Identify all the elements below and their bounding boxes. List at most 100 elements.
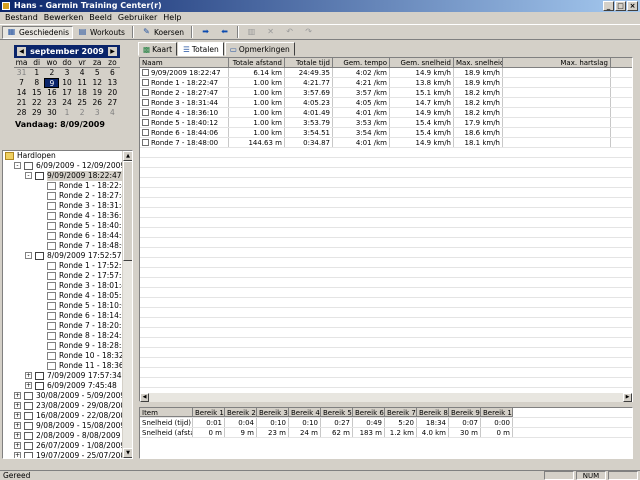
expand-icon[interactable]: + xyxy=(25,382,32,389)
collapse-icon[interactable]: - xyxy=(25,252,32,259)
calendar-day[interactable]: 1 xyxy=(29,68,44,78)
tree-item[interactable]: Ronde 8 - 18:24:27 xyxy=(3,331,132,341)
calendar-day[interactable]: 13 xyxy=(105,78,120,88)
tree-item[interactable]: - 9/09/2009 18:22:47 xyxy=(3,171,132,181)
col-avg-pace[interactable]: Gem. tempo xyxy=(333,58,390,68)
calendar-day[interactable]: 27 xyxy=(105,98,120,108)
tree-item[interactable]: Ronde 4 - 18:05:56 xyxy=(3,291,132,301)
scroll-right-button[interactable]: ▶ xyxy=(623,393,632,402)
tree-item[interactable]: Ronde 1 - 18:22:47 xyxy=(3,181,132,191)
calendar-day[interactable]: 1 xyxy=(59,108,74,118)
calendar-day[interactable]: 24 xyxy=(59,98,74,108)
minimize-button[interactable]: _ xyxy=(603,1,614,11)
tree-item[interactable]: Ronde 3 - 18:01:48 xyxy=(3,281,132,291)
calendar-day[interactable]: 29 xyxy=(29,108,44,118)
calendar-day[interactable]: 8 xyxy=(29,78,44,88)
tree-item[interactable]: Ronde 11 - 18:36:56 xyxy=(3,361,132,371)
calendar-day[interactable]: 20 xyxy=(105,88,120,98)
tab-totals[interactable]: ☰ Totalen xyxy=(178,42,224,56)
col-total-distance[interactable]: Totale afstand xyxy=(229,58,285,68)
expand-icon[interactable]: + xyxy=(14,432,21,439)
calendar-day[interactable]: 31 xyxy=(14,68,29,78)
redo-button[interactable]: ↷ xyxy=(299,26,318,39)
calendar-day[interactable]: 4 xyxy=(105,108,120,118)
close-button[interactable]: × xyxy=(627,1,638,11)
table-row[interactable]: Ronde 7 - 18:48:00 144.63 m 0:34.87 4:01 /k… xyxy=(140,138,632,148)
scroll-down-button[interactable]: ▼ xyxy=(123,448,132,458)
prev-month-button[interactable]: ◀ xyxy=(17,47,26,56)
table-row[interactable]: Ronde 4 - 18:36:10 1.00 km 4:01.49 4:01 /km… xyxy=(140,108,632,118)
calendar-day[interactable]: 2 xyxy=(75,108,90,118)
tree-item[interactable]: +16/08/2009 - 22/08/2009 xyxy=(3,411,132,421)
calendar-day[interactable]: 5 xyxy=(90,68,105,78)
calendar-day[interactable]: 2 xyxy=(44,68,59,78)
tree-item[interactable]: Ronde 5 - 18:40:12 xyxy=(3,221,132,231)
menu-help[interactable]: Help xyxy=(160,12,184,24)
tree-item[interactable]: Ronde 6 - 18:44:06 xyxy=(3,231,132,241)
zones-column-header[interactable]: Bereik 4 xyxy=(289,408,321,417)
scroll-up-button[interactable]: ▲ xyxy=(123,151,132,161)
totals-grid[interactable]: Naam Totale afstand Totale tijd Gem. tem… xyxy=(139,57,633,402)
calendar-day[interactable]: 15 xyxy=(29,88,44,98)
calendar-day[interactable]: 9 xyxy=(44,78,60,88)
tree-item[interactable]: +26/07/2009 - 1/08/2009 xyxy=(3,441,132,451)
tree-item[interactable]: Ronde 3 - 18:31:44 xyxy=(3,201,132,211)
today-label[interactable]: Vandaag: 8/09/2009 xyxy=(14,120,120,129)
zones-column-header[interactable]: Bereik 3 xyxy=(257,408,289,417)
tree-item[interactable]: -Hardlopen xyxy=(3,151,132,161)
tab-notes[interactable]: ▭ Opmerkingen xyxy=(224,42,295,56)
calendar-day[interactable]: 6 xyxy=(105,68,120,78)
calendar-day[interactable]: 22 xyxy=(29,98,44,108)
grid-hscrollbar[interactable]: ◀ ▶ xyxy=(140,393,632,402)
tree-item[interactable]: - 6/09/2009 - 12/09/2009 xyxy=(3,161,132,171)
tree-item[interactable]: Ronde 7 - 18:20:10 xyxy=(3,321,132,331)
tree-item[interactable]: +23/08/2009 - 29/08/2009 xyxy=(3,401,132,411)
calendar-day[interactable]: 16 xyxy=(44,88,59,98)
tree-item[interactable]: +30/08/2009 - 5/09/2009 xyxy=(3,391,132,401)
calendar-day[interactable]: 3 xyxy=(90,108,105,118)
history-tree[interactable]: -Hardlopen-6/09/2009 - 12/09/2009-9/09/2… xyxy=(2,150,133,459)
table-row[interactable]: 9/09/2009 18:22:47 6.14 km 24:49.35 4:02 /k… xyxy=(140,68,632,78)
table-row[interactable]: Ronde 2 - 18:27:47 1.00 km 3:57.69 3:57 /km… xyxy=(140,88,632,98)
table-row[interactable]: Ronde 5 - 18:40:12 1.00 km 3:53.79 3:53 /km… xyxy=(140,118,632,128)
calendar-day[interactable]: 10 xyxy=(59,78,74,88)
calendar-day[interactable]: 30 xyxy=(44,108,59,118)
copy-button[interactable]: ▥ xyxy=(242,26,261,39)
zones-column-header[interactable]: Bereik 5 xyxy=(321,408,353,417)
workouts-button[interactable]: ▤ Workouts xyxy=(73,26,129,39)
tree-item[interactable]: +19/07/2009 - 25/07/2009 xyxy=(3,451,132,458)
table-row[interactable]: Ronde 6 - 18:44:06 1.00 km 3:54.51 3:54 /km… xyxy=(140,128,632,138)
calendar-day[interactable]: 21 xyxy=(14,98,29,108)
table-row[interactable]: Ronde 1 - 18:22:47 1.00 km 4:21.77 4:21 /km… xyxy=(140,78,632,88)
tree-item[interactable]: Ronde 2 - 18:27:47 xyxy=(3,191,132,201)
calendar-day[interactable]: 25 xyxy=(75,98,90,108)
scroll-thumb[interactable] xyxy=(123,161,132,261)
receive-from-device-button[interactable]: ➡ xyxy=(196,26,215,39)
tree-item[interactable]: Ronde 5 - 18:10:07 xyxy=(3,301,132,311)
zones-row[interactable]: Snelheid (tijd) 0:01 0:04 0:10 0:10 0:27 0:49 5… xyxy=(140,418,632,428)
calendar-day[interactable]: 17 xyxy=(59,88,74,98)
delete-button[interactable]: ✕ xyxy=(261,26,280,39)
collapse-icon[interactable]: - xyxy=(25,172,32,179)
col-max-speed[interactable]: Max. snelheid xyxy=(454,58,503,68)
menu-user[interactable]: Gebruiker xyxy=(115,12,160,24)
col-avg-speed[interactable]: Gem. snelheid xyxy=(390,58,454,68)
tree-item[interactable]: Ronde 7 - 18:48:00 xyxy=(3,241,132,251)
collapse-icon[interactable]: - xyxy=(14,162,21,169)
menu-view[interactable]: Beeld xyxy=(86,12,115,24)
calendar-day[interactable]: 14 xyxy=(14,88,29,98)
col-max-heartrate[interactable]: Max. hartslag xyxy=(503,58,611,68)
expand-icon[interactable]: + xyxy=(14,442,21,449)
tree-item[interactable]: Ronde 9 - 18:28:35 xyxy=(3,341,132,351)
expand-icon[interactable]: + xyxy=(14,402,21,409)
expand-icon[interactable]: + xyxy=(14,422,21,429)
tree-item[interactable]: +7/09/2009 17:57:34 xyxy=(3,371,132,381)
tree-item[interactable]: Ronde 6 - 18:14:20 xyxy=(3,311,132,321)
calendar-day[interactable]: 28 xyxy=(14,108,29,118)
expand-icon[interactable]: + xyxy=(14,412,21,419)
calendar-day[interactable]: 4 xyxy=(75,68,90,78)
title-bar[interactable]: Hans - Garmin Training Center(r) _ □ × xyxy=(0,0,640,12)
col-name[interactable]: Naam xyxy=(140,58,229,68)
expand-icon[interactable]: + xyxy=(14,452,21,458)
calendar-day[interactable]: 7 xyxy=(14,78,29,88)
